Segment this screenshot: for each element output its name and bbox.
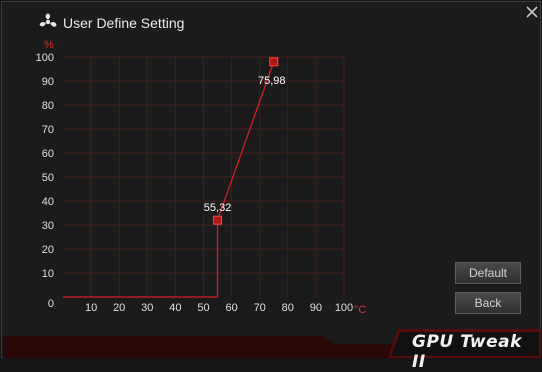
gpu-tweak-logo: GPU Tweak II xyxy=(412,332,522,372)
y-tick-label: 10 xyxy=(42,268,54,280)
point-value-label: 55,32 xyxy=(204,202,232,214)
y-tick-label: 0 xyxy=(48,298,54,310)
point-value-label: 75,98 xyxy=(258,75,286,87)
fan-curve-line xyxy=(63,61,275,298)
x-tick-label: 60 xyxy=(225,302,237,314)
fan-curve-chart[interactable]: 0 10 20 30 40 50 60 70 80 90 100 10 20 30 40 50 60 70 80 90… xyxy=(2,2,442,332)
x-tick-label: 100 xyxy=(335,302,353,314)
fan-curve-window: User Define Setting 0 10 20 30 40 50 60 70 80 90 1… xyxy=(1,1,541,372)
y-tick-label: 40 xyxy=(42,196,54,208)
y-unit-label: % xyxy=(44,39,54,51)
x-tick-label: 10 xyxy=(85,302,97,314)
y-tick-label: 60 xyxy=(42,148,54,160)
curve-control-point[interactable] xyxy=(269,57,279,67)
x-tick-label: 20 xyxy=(113,302,125,314)
x-tick-label: 40 xyxy=(169,302,181,314)
y-tick-label: 80 xyxy=(42,100,54,112)
x-tick-label: 80 xyxy=(282,302,294,314)
x-tick-label: 50 xyxy=(197,302,209,314)
x-tick-label: 30 xyxy=(141,302,153,314)
y-tick-label: 30 xyxy=(42,220,54,232)
y-tick-label: 20 xyxy=(42,244,54,256)
x-tick-label: 90 xyxy=(310,302,322,314)
curve-control-point[interactable] xyxy=(213,215,223,225)
y-tick-label: 50 xyxy=(42,172,54,184)
back-button[interactable]: Back xyxy=(455,292,521,314)
y-tick-label: 70 xyxy=(42,124,54,136)
default-button[interactable]: Default xyxy=(455,262,521,284)
y-tick-label: 100 xyxy=(36,52,54,64)
close-icon[interactable] xyxy=(526,6,538,18)
y-tick-label: 90 xyxy=(42,76,54,88)
x-unit-label: °C xyxy=(354,304,366,316)
x-tick-label: 70 xyxy=(254,302,266,314)
